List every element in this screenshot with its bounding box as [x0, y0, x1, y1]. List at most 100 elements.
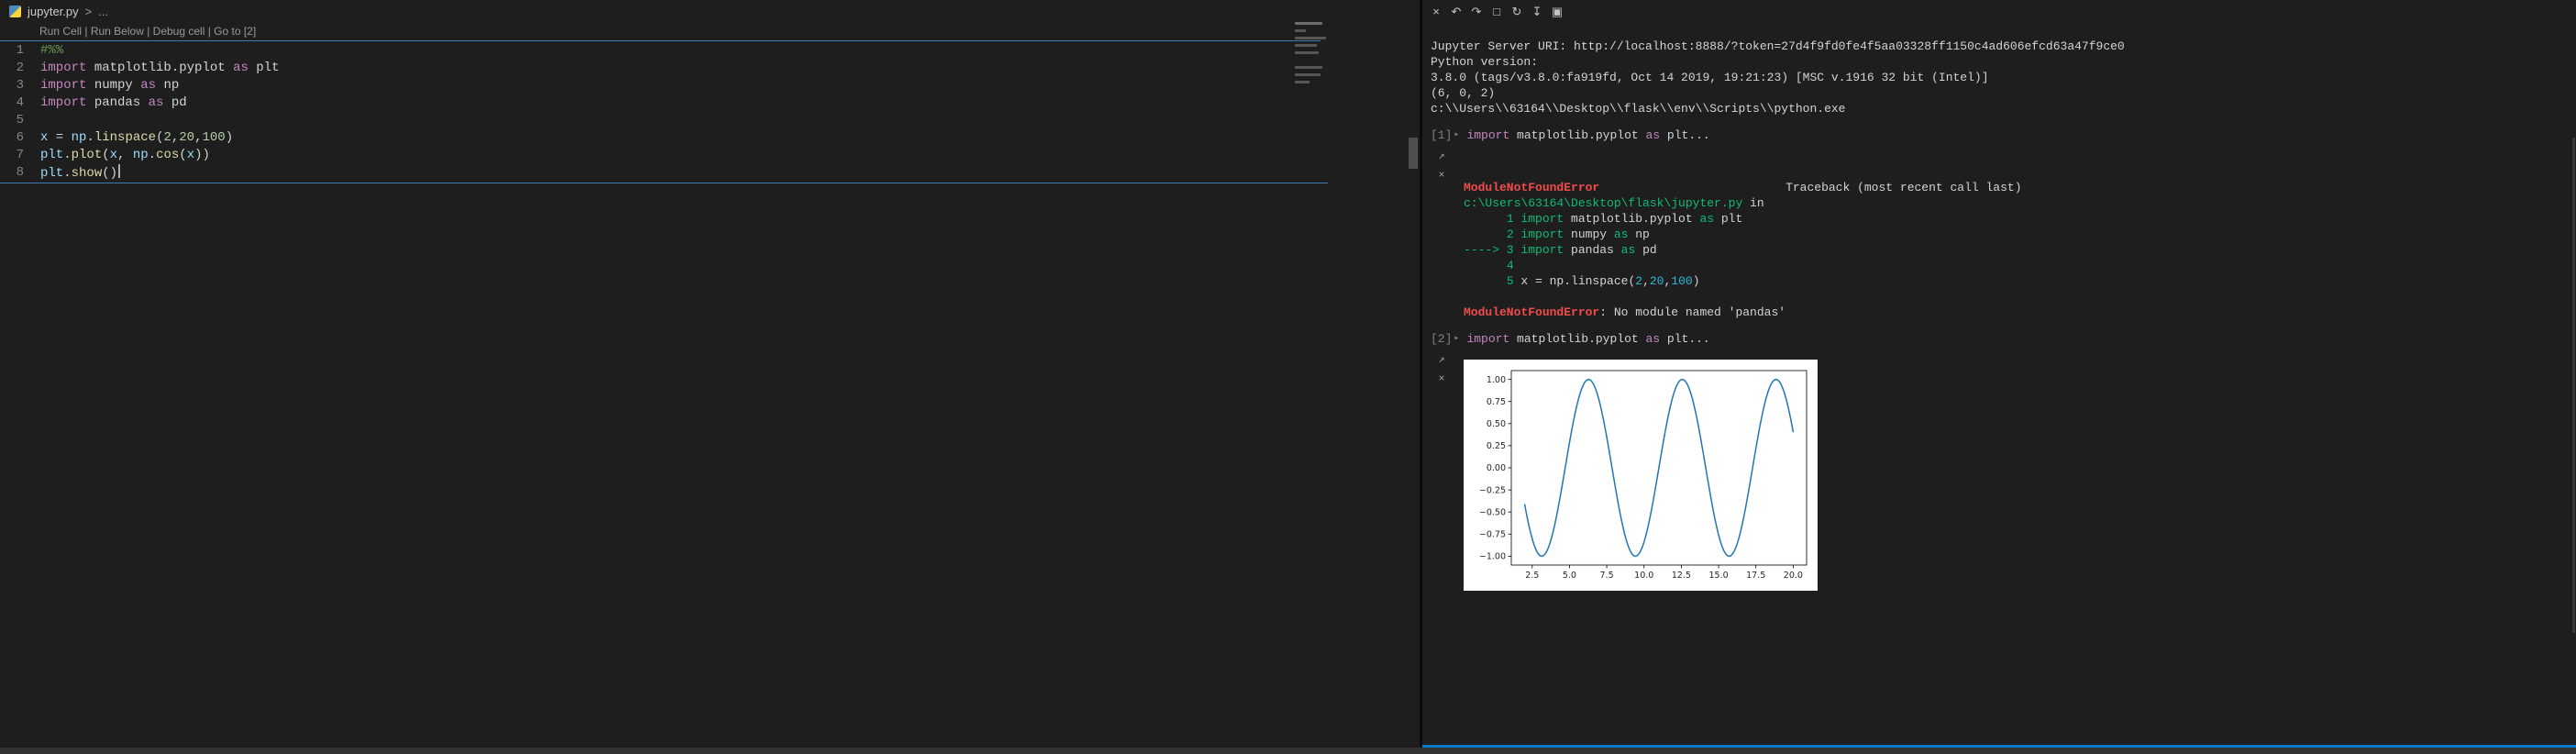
line-number: 8: [0, 164, 40, 182]
interactive-scrollbar-thumb[interactable]: [2572, 138, 2575, 633]
token: numpy: [86, 78, 140, 93]
token: ...: [1688, 128, 1709, 142]
token: 2: [1635, 274, 1642, 288]
token: as: [1621, 243, 1636, 257]
svg-text:−0.25: −0.25: [1479, 485, 1506, 495]
token: x: [187, 148, 194, 162]
token: as: [1614, 227, 1629, 241]
token: linspace: [94, 130, 156, 145]
minimap-line-mark: [1295, 81, 1310, 83]
token: import: [40, 95, 86, 110]
token: import: [1466, 332, 1509, 346]
token: import: [1520, 212, 1564, 226]
code-line[interactable]: 4import pandas as pd: [0, 94, 1284, 112]
cell-expand-icon[interactable]: ▸: [1454, 128, 1459, 143]
interrupt-kernel-icon[interactable]: □: [1488, 4, 1505, 20]
token: as: [149, 95, 164, 110]
token: import: [1520, 227, 1564, 241]
matplotlib-output-plot: 2.55.07.510.012.515.017.520.01.000.750.5…: [1464, 360, 1818, 591]
svg-text:10.0: 10.0: [1634, 571, 1653, 581]
token: as: [1645, 332, 1660, 346]
token: [1464, 274, 1507, 288]
cell-output: ↗ × ModuleNotFoundError Traceback (most r…: [1431, 145, 2569, 320]
token: show: [72, 166, 103, 181]
svg-text:0.25: 0.25: [1487, 441, 1506, 451]
svg-text:7.5: 7.5: [1600, 571, 1614, 581]
code-text: x = np.linspace(2,20,100): [40, 129, 233, 147]
remove-cell-icon[interactable]: ×: [1434, 168, 1449, 183]
token: ModuleNotFoundError: [1464, 181, 1599, 194]
token: plt: [249, 61, 280, 75]
svg-text:15.0: 15.0: [1708, 571, 1728, 581]
token: matplotlib.pyplot: [1509, 128, 1645, 142]
token: [1464, 212, 1507, 226]
token: import: [1520, 243, 1564, 257]
code-line[interactable]: 6x = np.linspace(2,20,100): [0, 129, 1284, 147]
breadcrumb: jupyter.py > ...: [0, 0, 1420, 22]
token: 100: [203, 130, 226, 145]
token: 20: [1650, 274, 1664, 288]
token: plt: [40, 166, 63, 181]
code-text: plt.show(): [40, 164, 120, 182]
token: ,: [117, 148, 133, 162]
codelens-link[interactable]: Run Below: [91, 25, 144, 38]
token: ): [1693, 274, 1700, 288]
editor-scrollbar-thumb[interactable]: [1409, 138, 1418, 169]
code-line[interactable]: 7plt.plot(x, np.cos(x)): [0, 147, 1284, 164]
traceback-line: ModuleNotFoundError Traceback (most rece…: [1464, 180, 2022, 195]
minimap-line-mark: [1295, 51, 1319, 54]
goto-code-icon[interactable]: ↗: [1434, 352, 1449, 367]
cell-expand-icon[interactable]: ▸: [1454, 331, 1459, 347]
code-line[interactable]: 3import numpy as np: [0, 77, 1284, 94]
codelens-link[interactable]: Run Cell: [39, 25, 82, 38]
cell-output: ↗× 2.55.07.510.012.515.017.520.01.000.75…: [1431, 349, 2569, 591]
code-line[interactable]: 8plt.show(): [0, 164, 1284, 182]
interactive-cell-2: [2] ▸ import matplotlib.pyplot as plt...…: [1431, 331, 2569, 591]
codelens-link[interactable]: Go to [2]: [214, 25, 256, 38]
code-text: #%%: [40, 42, 63, 60]
restart-kernel-icon[interactable]: ↻: [1509, 4, 1525, 20]
code-line[interactable]: 1#%%: [0, 42, 1284, 60]
token: as: [140, 78, 156, 93]
remove-cell-icon[interactable]: ×: [1434, 371, 1449, 386]
token: plt: [1660, 332, 1688, 346]
svg-text:0.75: 0.75: [1487, 397, 1506, 407]
code-text: plt.plot(x, np.cos(x)): [40, 147, 210, 164]
cell-header: [2] ▸ import matplotlib.pyplot as plt...: [1431, 331, 2569, 347]
token: .: [63, 166, 71, 181]
text-cursor: [118, 164, 120, 178]
clear-all-cells-icon[interactable]: ×: [1428, 4, 1444, 20]
breadcrumb-file-name[interactable]: jupyter.py: [28, 5, 79, 18]
token: ,: [194, 130, 202, 145]
code-line[interactable]: 5: [0, 112, 1284, 129]
codelens-link[interactable]: Debug cell: [153, 25, 205, 38]
code-line[interactable]: 2import matplotlib.pyplot as plt: [0, 60, 1284, 77]
export-notebook-icon[interactable]: ↧: [1529, 4, 1545, 20]
codelens-separator: |: [144, 25, 153, 38]
expand-all-icon[interactable]: ▣: [1549, 4, 1565, 20]
token: pandas: [86, 95, 148, 110]
traceback-line: 5 x = np.linspace(2,20,100): [1464, 273, 2022, 289]
svg-text:−1.00: −1.00: [1479, 552, 1506, 562]
minimap[interactable]: [1295, 22, 1335, 123]
code-editor[interactable]: 1#%%2import matplotlib.pyplot as plt3imp…: [0, 42, 1284, 182]
token: 100: [1671, 274, 1692, 288]
jupyter-log-line: 3.8.0 (tags/v3.8.0:fa919fd, Oct 14 2019,…: [1431, 70, 2569, 85]
token: Traceback (most recent call last): [1599, 181, 2021, 194]
token: plot: [72, 148, 103, 162]
breadcrumb-symbol-ellipsis[interactable]: ...: [98, 5, 108, 18]
token: np: [1628, 227, 1649, 241]
minimap-line-mark: [1295, 73, 1321, 76]
goto-code-icon[interactable]: ↗: [1434, 149, 1449, 163]
redo-icon[interactable]: ↷: [1468, 4, 1485, 20]
codelens-bar: Run Cell | Run Below | Debug cell | Go t…: [39, 25, 256, 38]
token: pd: [163, 95, 186, 110]
jupyter-server-log: Jupyter Server URI: http://localhost:888…: [1431, 39, 2569, 116]
svg-text:−0.50: −0.50: [1479, 507, 1506, 517]
breadcrumb-separator-icon: >: [85, 5, 93, 18]
minimap-line-mark: [1295, 37, 1326, 39]
undo-icon[interactable]: ↶: [1448, 4, 1465, 20]
interactive-cell-1: [1] ▸ import matplotlib.pyplot as plt...…: [1431, 128, 2569, 320]
token: import: [40, 78, 86, 93]
token: as: [1645, 128, 1660, 142]
